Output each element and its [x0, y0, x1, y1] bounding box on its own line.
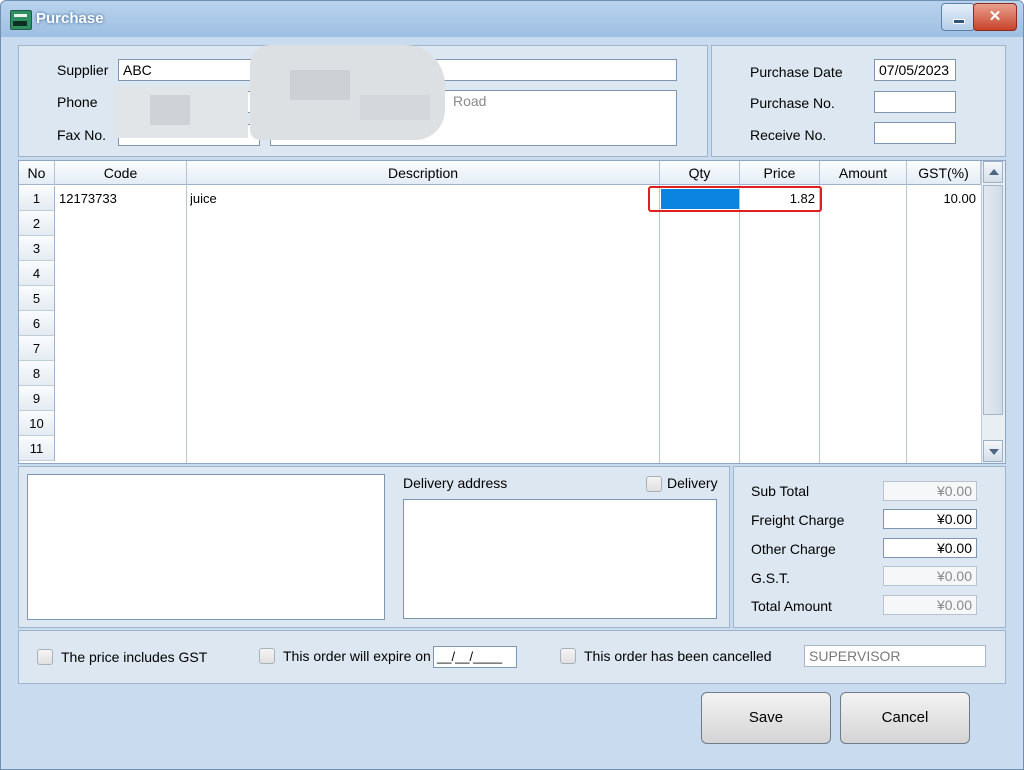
highlight-box	[648, 186, 822, 212]
arrow-up-icon	[989, 169, 999, 175]
row-number[interactable]: 7	[19, 336, 55, 361]
redaction-blur	[360, 95, 430, 120]
row-number[interactable]: 1	[19, 186, 55, 211]
gst-field: ¥0.00	[883, 566, 977, 586]
save-button[interactable]: Save	[701, 692, 831, 744]
cell-amount[interactable]	[821, 186, 903, 211]
minimize-button[interactable]	[941, 3, 975, 31]
delivery-address-label: Delivery address	[403, 475, 508, 491]
order-cancelled-checkbox[interactable]	[560, 648, 576, 664]
other-charge-label: Other Charge	[751, 541, 836, 557]
subtotal-label: Sub Total	[751, 483, 810, 499]
user-field: SUPERVISOR	[804, 645, 986, 667]
purchase-no-field[interactable]	[874, 91, 956, 113]
column-divider	[906, 185, 907, 463]
receive-no-label: Receive No.	[750, 127, 827, 143]
column-divider	[739, 185, 740, 463]
total-amount-label: Total Amount	[751, 598, 832, 614]
arrow-down-icon	[989, 449, 999, 455]
order-expire-label: This order will expire on	[283, 648, 431, 664]
close-icon: ✕	[988, 8, 1002, 25]
col-header-description[interactable]: Description	[187, 161, 660, 185]
delivery-checkbox-label: Delivery	[667, 475, 718, 491]
col-header-qty[interactable]: Qty	[660, 161, 740, 185]
other-charge-field[interactable]: ¥0.00	[883, 538, 977, 558]
grid-scrollbar[interactable]	[981, 161, 1005, 463]
close-button[interactable]: ✕	[973, 3, 1017, 31]
row-number[interactable]: 3	[19, 236, 55, 261]
purchase-date-label: Purchase Date	[750, 64, 843, 80]
supplier-label: Supplier	[57, 62, 109, 78]
items-grid[interactable]: No Code Description Qty Price Amount GST…	[18, 160, 1006, 464]
row-number[interactable]: 4	[19, 261, 55, 286]
col-header-code[interactable]: Code	[55, 161, 187, 185]
subtotal-field: ¥0.00	[883, 481, 977, 501]
app-icon	[10, 10, 32, 30]
order-cancelled-label: This order has been cancelled	[584, 648, 772, 664]
cell-gst[interactable]: 10.00	[908, 186, 976, 211]
column-divider	[186, 185, 187, 463]
price-includes-gst-label: The price includes GST	[61, 649, 208, 665]
total-amount-field: ¥0.00	[883, 595, 977, 615]
delivery-checkbox[interactable]	[646, 476, 662, 492]
gst-label: G.S.T.	[751, 570, 790, 586]
freight-charge-field[interactable]: ¥0.00	[883, 509, 977, 529]
notes-field[interactable]	[27, 474, 385, 620]
col-header-gst[interactable]: GST(%)	[907, 161, 981, 185]
row-number[interactable]: 11	[19, 436, 55, 461]
col-header-price[interactable]: Price	[740, 161, 820, 185]
col-header-no[interactable]: No	[19, 161, 55, 185]
phone-label: Phone	[57, 94, 98, 110]
column-divider	[819, 185, 820, 463]
cell-code[interactable]: 12173733	[59, 186, 183, 211]
purchase-date-field[interactable]: 07/05/2023	[874, 59, 956, 81]
scroll-up-button[interactable]	[983, 161, 1003, 183]
freight-charge-label: Freight Charge	[751, 512, 845, 528]
supplier-field[interactable]: ABC	[118, 59, 260, 81]
row-number[interactable]: 9	[19, 386, 55, 411]
cancel-button[interactable]: Cancel	[840, 692, 970, 744]
scroll-thumb[interactable]	[983, 185, 1003, 415]
column-divider	[659, 185, 660, 463]
purchase-no-label: Purchase No.	[750, 95, 835, 111]
title-bar[interactable]: Purchase ✕	[1, 1, 1023, 37]
address-partial-text: Road	[453, 93, 487, 109]
price-includes-gst-checkbox[interactable]	[37, 649, 53, 665]
delivery-address-field[interactable]	[403, 499, 717, 619]
order-expire-checkbox[interactable]	[259, 648, 275, 664]
cell-description[interactable]: juice	[190, 186, 655, 211]
fax-label: Fax No.	[57, 127, 107, 143]
row-number[interactable]: 2	[19, 211, 55, 236]
row-number[interactable]: 10	[19, 411, 55, 436]
redaction-blur	[290, 70, 350, 100]
col-header-amount[interactable]: Amount	[820, 161, 907, 185]
receive-no-field[interactable]	[874, 122, 956, 144]
row-number[interactable]: 6	[19, 311, 55, 336]
scroll-down-button[interactable]	[983, 440, 1003, 462]
expire-date-field[interactable]: __/__/____	[433, 646, 517, 668]
row-number[interactable]: 8	[19, 361, 55, 386]
window-title: Purchase	[36, 10, 104, 27]
redaction-blur	[150, 95, 190, 125]
row-number[interactable]: 5	[19, 286, 55, 311]
